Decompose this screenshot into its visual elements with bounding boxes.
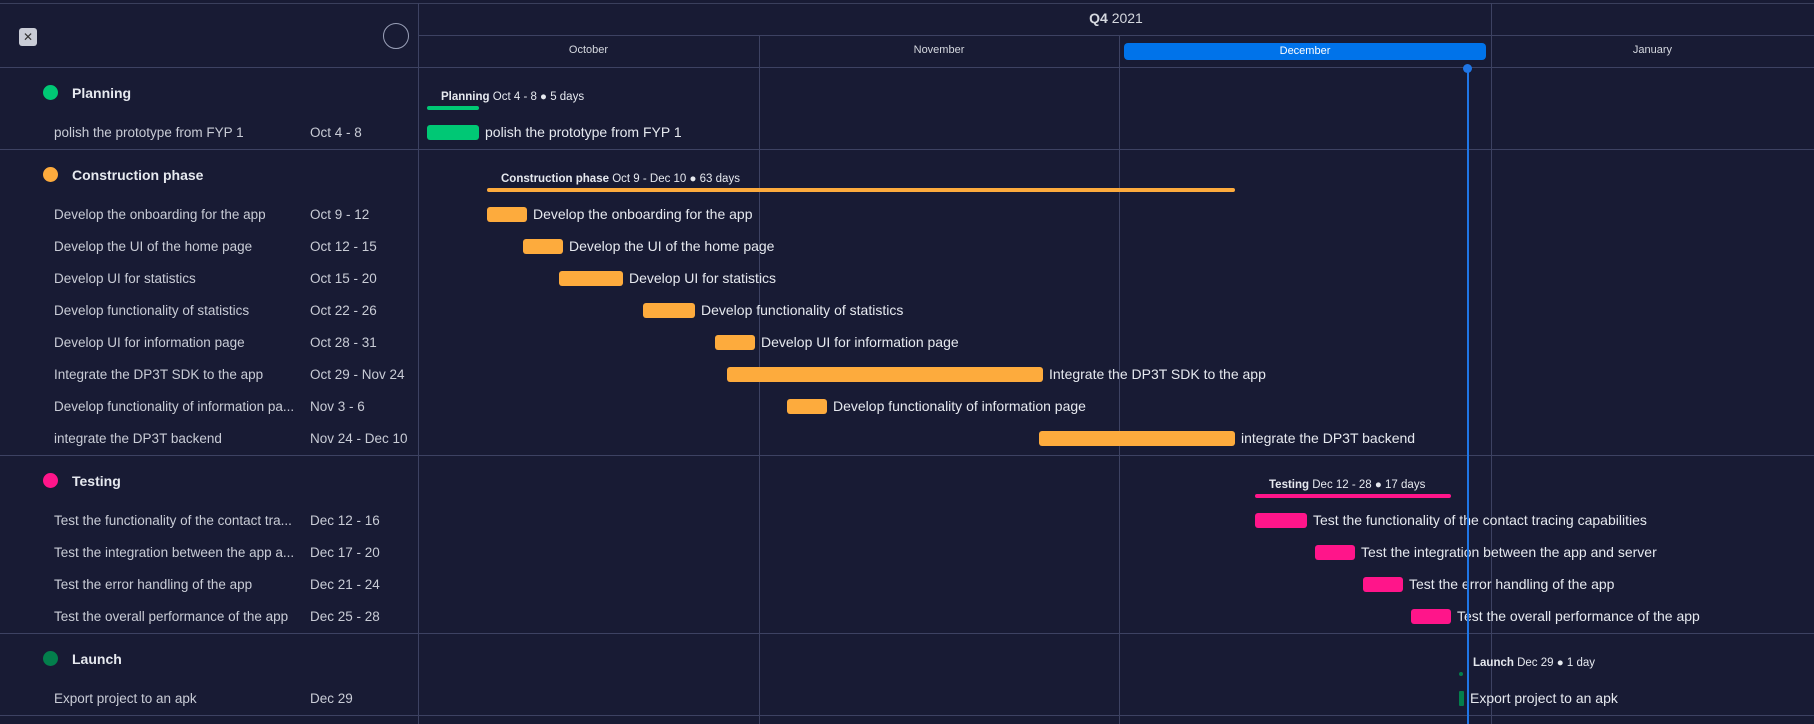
task-dates: Dec 21 - 24 (310, 577, 380, 592)
task-bar[interactable] (727, 367, 1043, 382)
task-name[interactable]: Export project to an apk (54, 691, 302, 706)
quarter-year: 2021 (1111, 10, 1143, 26)
group-summary-launch: Launch Dec 29 ● 1 day (1473, 657, 1595, 669)
task-bar[interactable] (427, 125, 479, 140)
task-dates: Oct 28 - 31 (310, 335, 377, 350)
task-name[interactable]: Integrate the DP3T SDK to the app (54, 367, 302, 382)
summary-info: Oct 9 - Dec 10 ● 63 days (612, 173, 740, 185)
task-name[interactable]: Test the integration between the app a..… (54, 545, 302, 560)
task-bar[interactable] (715, 335, 755, 350)
task-name[interactable]: Test the functionality of the contact tr… (54, 513, 302, 528)
task-bar-label: Develop functionality of statistics (701, 302, 904, 318)
task-bar-label: Develop UI for information page (761, 334, 959, 350)
group-color-dot (43, 473, 58, 488)
today-marker-line (1467, 68, 1469, 724)
month-november[interactable]: November (759, 37, 1119, 63)
task-bar-label: Develop UI for statistics (629, 270, 777, 286)
quarter-label: Q4 2021 (418, 10, 1814, 26)
group-summary-planning: Planning Oct 4 - 8 ● 5 days (441, 91, 584, 103)
group-divider (0, 633, 1814, 634)
task-dates: Oct 9 - 12 (310, 207, 370, 222)
task-bar[interactable] (487, 207, 527, 222)
summary-name: Construction phase (501, 173, 609, 185)
task-bar[interactable] (559, 271, 623, 286)
task-bar-label: Test the functionality of the contact tr… (1313, 512, 1647, 528)
task-bar-label: Develop the UI of the home page (569, 238, 775, 254)
task-bar-label: polish the prototype from FYP 1 (485, 124, 682, 140)
task-bar[interactable] (523, 239, 563, 254)
group-summary-construction: Construction phase Oct 9 - Dec 10 ● 63 d… (501, 173, 740, 185)
today-marker-dot (1463, 64, 1472, 73)
quarter-name: Q4 (1089, 10, 1108, 26)
summary-name: Launch (1473, 657, 1514, 669)
task-name[interactable]: polish the prototype from FYP 1 (54, 125, 302, 140)
group-divider (0, 715, 1814, 716)
group-summary-testing: Testing Dec 12 - 28 ● 17 days (1269, 479, 1425, 491)
task-name[interactable]: integrate the DP3T backend (54, 431, 302, 446)
task-bar-label: Develop the onboarding for the app (533, 206, 753, 222)
task-bar-label: Develop functionality of information pag… (833, 398, 1086, 414)
task-bar-label: Export project to an apk (1470, 690, 1618, 706)
task-bar-label: Test the overall performance of the app (1457, 608, 1700, 624)
task-bar-label: Integrate the DP3T SDK to the app (1049, 366, 1266, 382)
task-dates: Nov 3 - 6 (310, 399, 365, 414)
month-october[interactable]: October (418, 37, 759, 63)
group-name-launch[interactable]: Launch (72, 651, 122, 667)
collapse-arrows-icon[interactable]: ✕ (19, 28, 37, 46)
panel-divider (418, 3, 419, 724)
task-bar[interactable] (1255, 513, 1307, 528)
group-name-planning[interactable]: Planning (72, 85, 131, 101)
task-name[interactable]: Test the error handling of the app (54, 577, 302, 592)
task-dates: Dec 12 - 16 (310, 513, 380, 528)
task-dates: Nov 24 - Dec 10 (310, 431, 408, 446)
summary-name: Testing (1269, 479, 1310, 491)
task-dates: Oct 22 - 26 (310, 303, 377, 318)
task-dates: Oct 4 - 8 (310, 125, 362, 140)
empty-circle-icon[interactable] (383, 23, 409, 49)
task-dates: Oct 12 - 15 (310, 239, 377, 254)
month-december[interactable]: December (1124, 43, 1486, 60)
summary-info: Dec 29 ● 1 day (1517, 657, 1595, 669)
task-name[interactable]: Develop the onboarding for the app (54, 207, 302, 222)
group-color-dot (43, 167, 58, 182)
group-name-testing[interactable]: Testing (72, 473, 121, 489)
task-name[interactable]: Develop functionality of information pa.… (54, 399, 302, 414)
summary-bar-launch (1459, 672, 1463, 676)
task-name[interactable]: Develop the UI of the home page (54, 239, 302, 254)
task-bar[interactable] (643, 303, 695, 318)
quarter-divider (418, 35, 1814, 36)
top-border (0, 3, 1814, 4)
task-dates: Dec 29 (310, 691, 353, 706)
task-bar[interactable] (1363, 577, 1403, 592)
task-dates: Oct 15 - 20 (310, 271, 377, 286)
group-color-dot (43, 85, 58, 100)
group-name-construction[interactable]: Construction phase (72, 167, 203, 183)
task-bar-label: integrate the DP3T backend (1241, 430, 1416, 446)
summary-info: Dec 12 - 28 ● 17 days (1312, 479, 1426, 491)
task-bar-label: Test the integration between the app and… (1361, 544, 1657, 560)
task-bar[interactable] (1411, 609, 1451, 624)
summary-bar-testing (1255, 494, 1451, 498)
task-dates: Oct 29 - Nov 24 (310, 367, 405, 382)
task-name[interactable]: Develop UI for information page (54, 335, 302, 350)
summary-name: Planning (441, 91, 490, 103)
summary-info: Oct 4 - 8 ● 5 days (492, 91, 585, 103)
task-name[interactable]: Develop functionality of statistics (54, 303, 302, 318)
group-divider (0, 455, 1814, 456)
task-dates: Dec 17 - 20 (310, 545, 380, 560)
task-bar[interactable] (787, 399, 827, 414)
task-name[interactable]: Develop UI for statistics (54, 271, 302, 286)
task-bar[interactable] (1315, 545, 1355, 560)
month-january[interactable]: January (1491, 37, 1814, 63)
group-divider (0, 149, 1814, 150)
group-color-dot (43, 651, 58, 666)
task-dates: Dec 25 - 28 (310, 609, 380, 624)
task-bar[interactable] (1039, 431, 1235, 446)
header-divider (0, 67, 1814, 68)
task-bar[interactable] (1459, 691, 1464, 706)
task-bar-label: Test the error handling of the app (1409, 576, 1615, 592)
summary-bar-planning (427, 106, 479, 110)
task-name[interactable]: Test the overall performance of the app (54, 609, 302, 624)
summary-bar-construction (487, 188, 1235, 192)
